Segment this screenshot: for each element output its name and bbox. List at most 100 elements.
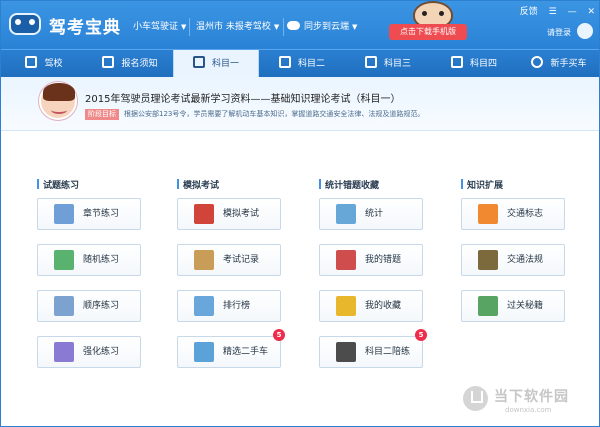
section-title-statistics: 统计错题收藏 <box>319 178 379 191</box>
button-label: 交通标志 <box>507 209 544 219</box>
instructor-avatar <box>39 82 77 120</box>
divider <box>283 18 284 36</box>
tab-label: 报名须知 <box>121 59 158 69</box>
cloud-sync-icon <box>287 21 300 30</box>
watermark: 当下软件园 downxia.com <box>463 384 593 419</box>
stage-badge: 阶段目标 <box>85 109 119 120</box>
traffic-signs-button[interactable]: 交通标志 <box>461 198 565 230</box>
notification-badge: 5 <box>273 329 285 341</box>
feedback-link[interactable]: 反馈 <box>520 7 538 17</box>
favorites-button[interactable]: 我的收藏 <box>319 290 423 322</box>
minimize-icon[interactable]: — <box>568 7 577 17</box>
traffic-laws-button[interactable]: 交通法规 <box>461 244 565 276</box>
steering-wheel-icon <box>531 56 544 68</box>
button-label: 强化练习 <box>83 347 120 357</box>
tab-label: 新手买车 <box>550 59 587 69</box>
used-truck-icon <box>194 342 214 362</box>
document-icon <box>102 56 115 68</box>
menu-icon[interactable]: ☰ <box>549 7 557 17</box>
region-selector-label: 温州市 未报考驾校 <box>196 22 271 32</box>
traffic-police-icon <box>478 250 498 270</box>
tab-subject-four[interactable]: 科目四 <box>431 50 517 78</box>
tab-label: 科目一 <box>211 59 239 69</box>
tab-subject-three[interactable]: 科目三 <box>345 50 431 78</box>
main-window: 驾考宝典 小车驾驶证 ▼ 温州市 未报考驾校 ▼ 同步到云端 ▼ 点击下载手机版 反馈… <box>0 0 600 427</box>
section-title-knowledge: 知识扩展 <box>461 178 503 191</box>
button-label: 我的错题 <box>365 255 402 265</box>
car-logo-icon <box>9 13 41 35</box>
exam-record-button[interactable]: 考试记录 <box>177 244 281 276</box>
traffic-cone-icon <box>478 204 498 224</box>
notification-badge: 5 <box>415 329 427 341</box>
sequence-practice-icon <box>54 296 74 316</box>
banner-headline: 2015年驾驶员理论考试最新学习资料——基础知识理论考试（科目一） <box>85 94 401 105</box>
title-bar: 驾考宝典 小车驾驶证 ▼ 温州市 未报考驾校 ▼ 同步到云端 ▼ 点击下载手机版 反馈… <box>1 1 599 49</box>
chapter-practice-icon <box>54 204 74 224</box>
login-link[interactable]: 请登录 <box>547 27 571 38</box>
button-label: 过关秘籍 <box>507 301 544 311</box>
statistics-icon <box>336 204 356 224</box>
wrong-questions-icon <box>336 250 356 270</box>
sequence-practice-button[interactable]: 顺序练习 <box>37 290 141 322</box>
chevron-down-icon: ▼ <box>181 23 187 31</box>
license-selector[interactable]: 小车驾驶证 ▼ <box>133 19 186 35</box>
sync-dropdown[interactable]: 同步到云端 ▼ <box>304 19 357 35</box>
cone-icon <box>278 56 291 68</box>
school-icon <box>25 56 38 68</box>
exam-record-icon <box>194 250 214 270</box>
tab-label: 驾校 <box>44 59 63 69</box>
download-mobile-button[interactable]: 点击下载手机版 <box>389 24 467 40</box>
app-title: 驾考宝典 <box>49 18 121 38</box>
tab-buy-car[interactable]: 新手买车 <box>517 50 599 78</box>
button-label: 我的收藏 <box>365 301 402 311</box>
tab-registration[interactable]: 报名须知 <box>87 50 173 78</box>
sync-label: 同步到云端 <box>304 22 350 32</box>
tab-label: 科目四 <box>469 59 497 69</box>
button-label: 交通法规 <box>507 255 544 265</box>
download-logo-icon <box>463 386 488 411</box>
section-title-practice: 试题练习 <box>37 178 79 191</box>
divider <box>189 18 190 36</box>
user-avatar-icon[interactable] <box>577 23 593 39</box>
wrong-questions-button[interactable]: 我的错题 <box>319 244 423 276</box>
info-banner: 2015年驾驶员理论考试最新学习资料——基础知识理论考试（科目一） 阶段目标 根… <box>1 77 599 131</box>
random-practice-button[interactable]: 随机练习 <box>37 244 141 276</box>
statistics-button[interactable]: 统计 <box>319 198 423 230</box>
button-label: 考试记录 <box>223 255 260 265</box>
tab-subject-two[interactable]: 科目二 <box>259 50 345 78</box>
window-controls: 反馈 ☰ — ✕ <box>512 4 595 18</box>
used-car-button[interactable]: 精选二手车 5 <box>177 329 285 368</box>
coach-pin-icon <box>336 342 356 362</box>
button-label: 排行榜 <box>223 301 251 311</box>
mock-exam-button[interactable]: 模拟考试 <box>177 198 281 230</box>
banner-description: 根据公安部123号令，学员需要了解机动车基本知识，掌握道路交通安全法律、法规及道… <box>124 110 425 118</box>
intensive-practice-button[interactable]: 强化练习 <box>37 336 141 368</box>
ranking-icon <box>194 296 214 316</box>
button-label: 随机练习 <box>83 255 120 265</box>
tab-subject-one[interactable]: 科目一 <box>173 50 259 78</box>
button-label: 精选二手车 <box>223 347 269 357</box>
button-label: 模拟考试 <box>223 209 260 219</box>
button-label: 顺序练习 <box>83 301 120 311</box>
car-icon <box>364 56 377 68</box>
chapter-practice-button[interactable]: 章节练习 <box>37 198 141 230</box>
ranking-button[interactable]: 排行榜 <box>177 290 281 322</box>
mock-exam-icon <box>194 204 214 224</box>
chevron-down-icon: ▼ <box>273 23 280 31</box>
subject-two-coach-button[interactable]: 科目二陪练 5 <box>319 329 427 368</box>
button-label: 统计 <box>365 209 384 219</box>
close-icon[interactable]: ✕ <box>587 7 595 17</box>
section-title-mock-exam: 模拟考试 <box>177 178 219 191</box>
guide-book-icon <box>478 296 498 316</box>
region-selector[interactable]: 温州市 未报考驾校 ▼ <box>196 19 279 35</box>
watermark-brand: 当下软件园 <box>494 389 569 405</box>
main-navigation: 驾校 报名须知 科目一 科目二 科目三 科目四 新手买车 <box>1 49 599 78</box>
pass-guide-button[interactable]: 过关秘籍 <box>461 290 565 322</box>
watermark-url: downxia.com <box>505 406 552 414</box>
book-icon <box>450 56 463 68</box>
exam-icon <box>192 56 205 68</box>
button-label: 科目二陪练 <box>365 347 411 357</box>
tab-label: 科目二 <box>297 59 325 69</box>
tab-school[interactable]: 驾校 <box>1 50 87 78</box>
tab-label: 科目三 <box>383 59 411 69</box>
